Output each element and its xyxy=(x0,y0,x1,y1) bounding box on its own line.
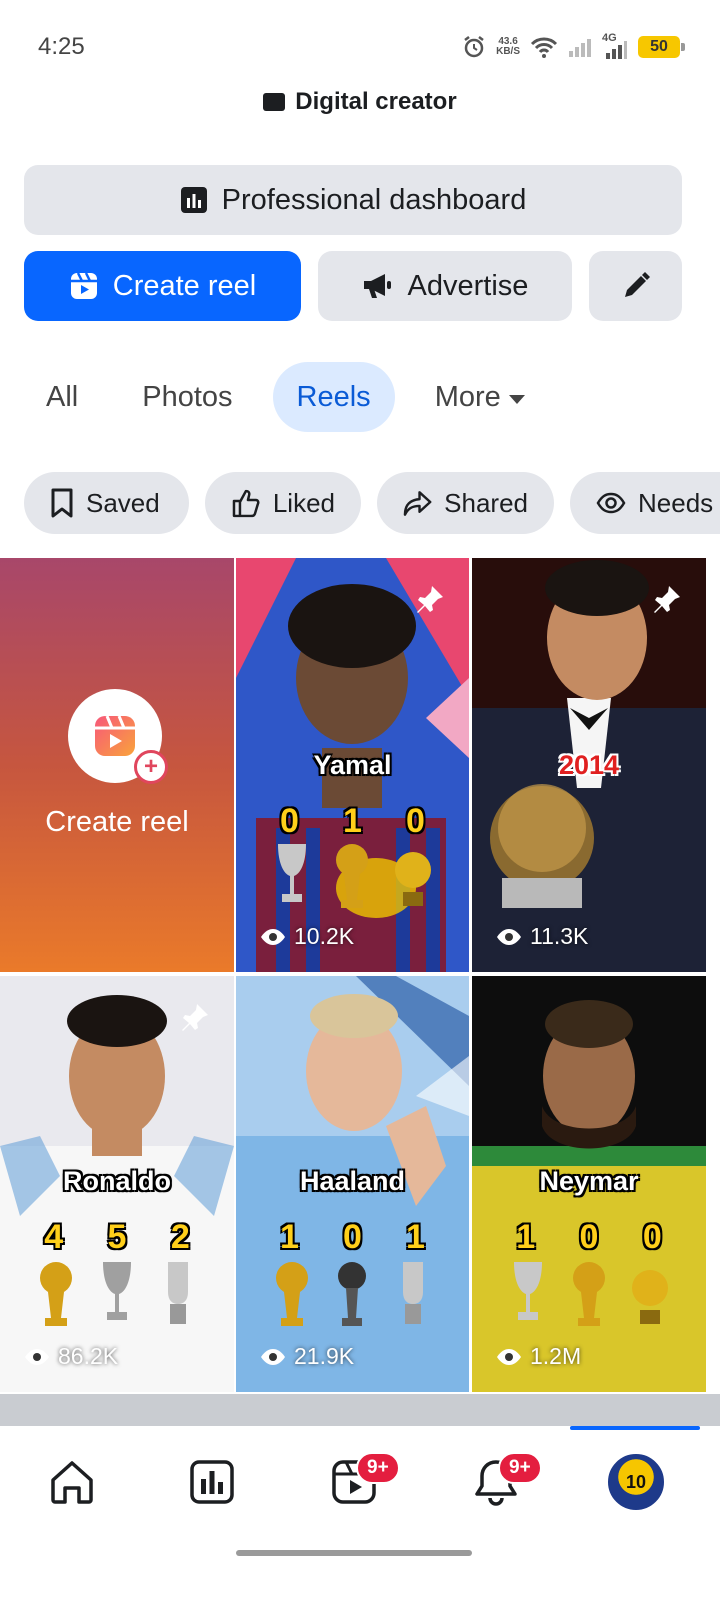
edit-profile-button[interactable] xyxy=(589,251,682,321)
trophy-icon xyxy=(102,1262,131,1320)
create-reel-tile-label: Create reel xyxy=(45,806,189,838)
pin-icon xyxy=(654,586,680,613)
reel-tile-haaland[interactable]: Haaland 101 21.9K xyxy=(236,976,469,1392)
signal-weak-icon xyxy=(569,39,591,57)
status-icons: 43.6 KB/S 4G 50 xyxy=(462,32,685,62)
reel-tile-ronaldo[interactable]: Ronaldo 452 86.2K xyxy=(0,976,234,1392)
reel-title: Neymar xyxy=(539,1166,639,1196)
category-label: Digital creator xyxy=(295,88,457,115)
trophy-icon xyxy=(402,1262,423,1324)
network-speed: 43.6 KB/S xyxy=(496,36,520,57)
caret-down-icon xyxy=(508,394,525,404)
eye-icon xyxy=(596,492,626,514)
view-count: 10.2K xyxy=(260,923,354,950)
nav-reels[interactable]: 9+ xyxy=(282,1444,426,1520)
megaphone-icon xyxy=(363,274,391,298)
eye-icon xyxy=(497,1348,521,1365)
share-icon xyxy=(403,491,432,516)
home-icon xyxy=(51,1461,93,1504)
reels-grid: + Create reel Yamal 010 10.2K 2014 11.3K… xyxy=(0,558,720,1394)
eye-icon xyxy=(261,928,285,945)
tab-more[interactable]: More xyxy=(411,362,549,432)
reel-title: Yamal xyxy=(313,750,392,780)
create-reel-button[interactable]: Create reel xyxy=(24,251,301,321)
avatar: 10 xyxy=(608,1454,664,1510)
alarm-icon xyxy=(464,36,484,58)
create-reel-tile[interactable]: + Create reel xyxy=(0,558,234,972)
chip-liked[interactable]: Liked xyxy=(205,472,361,534)
view-count: 11.3K xyxy=(496,923,588,950)
wifi-icon xyxy=(530,37,558,58)
bookmark-icon xyxy=(51,488,73,518)
filter-chips: Saved Liked Shared Needs xyxy=(24,472,720,534)
reels-icon xyxy=(70,272,97,299)
pin-icon xyxy=(417,586,443,613)
notifications-badge: 9+ xyxy=(498,1452,542,1484)
home-indicator-bar[interactable] xyxy=(236,1550,472,1556)
pencil-icon xyxy=(624,272,650,297)
trophy-counts: 452 xyxy=(44,1218,190,1256)
tab-reels[interactable]: Reels xyxy=(272,362,395,432)
advertise-label: Advertise xyxy=(407,269,529,302)
trophy-counts: 101 xyxy=(280,1218,425,1256)
trophy-icon xyxy=(278,844,307,902)
briefcase-icon xyxy=(263,93,286,111)
professional-dashboard-label: Professional dashboard xyxy=(221,183,527,216)
grid-scroll-edge xyxy=(0,1394,720,1426)
thumbs-up-icon xyxy=(232,489,260,518)
nav-home[interactable] xyxy=(0,1444,144,1520)
battery-indicator: 50 xyxy=(638,36,685,58)
trophy-images xyxy=(236,840,469,912)
reel-title: Haaland xyxy=(299,1166,406,1196)
active-tab-indicator xyxy=(570,1426,700,1430)
dashboard-icon xyxy=(190,1460,234,1504)
tab-photos[interactable]: Photos xyxy=(118,362,256,432)
reels-badge: 9+ xyxy=(356,1452,400,1484)
nav-dashboard[interactable] xyxy=(140,1444,284,1520)
pin-icon xyxy=(182,1004,208,1031)
reel-tile-neymar[interactable]: Neymar 100 1.2M xyxy=(472,976,706,1392)
view-count: 1.2M xyxy=(496,1343,581,1370)
trophy-images xyxy=(236,1258,469,1330)
trophy-icon xyxy=(514,1262,543,1320)
view-count: 86.2K xyxy=(24,1343,118,1370)
reel-title: 2014 xyxy=(558,750,620,780)
nav-notifications[interactable]: 9+ xyxy=(424,1444,568,1520)
trophy-icon xyxy=(394,852,431,906)
trophy-icon xyxy=(572,1262,605,1326)
trophy-images xyxy=(472,1258,706,1330)
signal-4g-icon: 4G xyxy=(602,32,628,60)
eye-icon xyxy=(261,1348,285,1365)
trophy-icon xyxy=(631,1270,668,1324)
bar-chart-icon xyxy=(180,187,207,213)
chip-saved[interactable]: Saved xyxy=(24,472,189,534)
trophy-images xyxy=(0,1258,234,1330)
professional-dashboard-button[interactable]: Professional dashboard xyxy=(24,165,682,235)
tab-all[interactable]: All xyxy=(24,362,102,432)
status-time: 4:25 xyxy=(38,33,85,60)
view-count: 21.9K xyxy=(260,1343,354,1370)
reel-tile-2014[interactable]: 2014 11.3K xyxy=(472,558,706,972)
creator-category: Digital creator xyxy=(0,84,720,120)
advertise-button[interactable]: Advertise xyxy=(318,251,572,321)
plus-icon: + xyxy=(134,750,168,784)
chip-needs[interactable]: Needs xyxy=(570,472,720,534)
status-bar: 4:25 43.6 KB/S 4G 50 xyxy=(0,0,720,88)
trophy-icon xyxy=(338,1262,367,1326)
trophy-icon xyxy=(276,1262,309,1326)
eye-icon xyxy=(25,1348,49,1365)
reel-title: Ronaldo xyxy=(63,1166,171,1196)
bottom-navigation: 9+ 9+ 10 xyxy=(0,1426,720,1600)
trophy-icon xyxy=(336,844,369,908)
trophy-icon xyxy=(167,1262,188,1324)
trophy-counts: 010 xyxy=(280,802,425,840)
nav-profile[interactable]: 10 xyxy=(564,1444,708,1520)
trophy-icon xyxy=(40,1262,73,1326)
create-reel-label: Create reel xyxy=(112,269,257,302)
reel-tile-yamal[interactable]: Yamal 010 10.2K xyxy=(236,558,469,972)
content-tabs: All Photos Reels More xyxy=(24,362,565,432)
chip-shared[interactable]: Shared xyxy=(377,472,554,534)
trophy-counts: 100 xyxy=(516,1218,662,1256)
eye-icon xyxy=(497,928,521,945)
